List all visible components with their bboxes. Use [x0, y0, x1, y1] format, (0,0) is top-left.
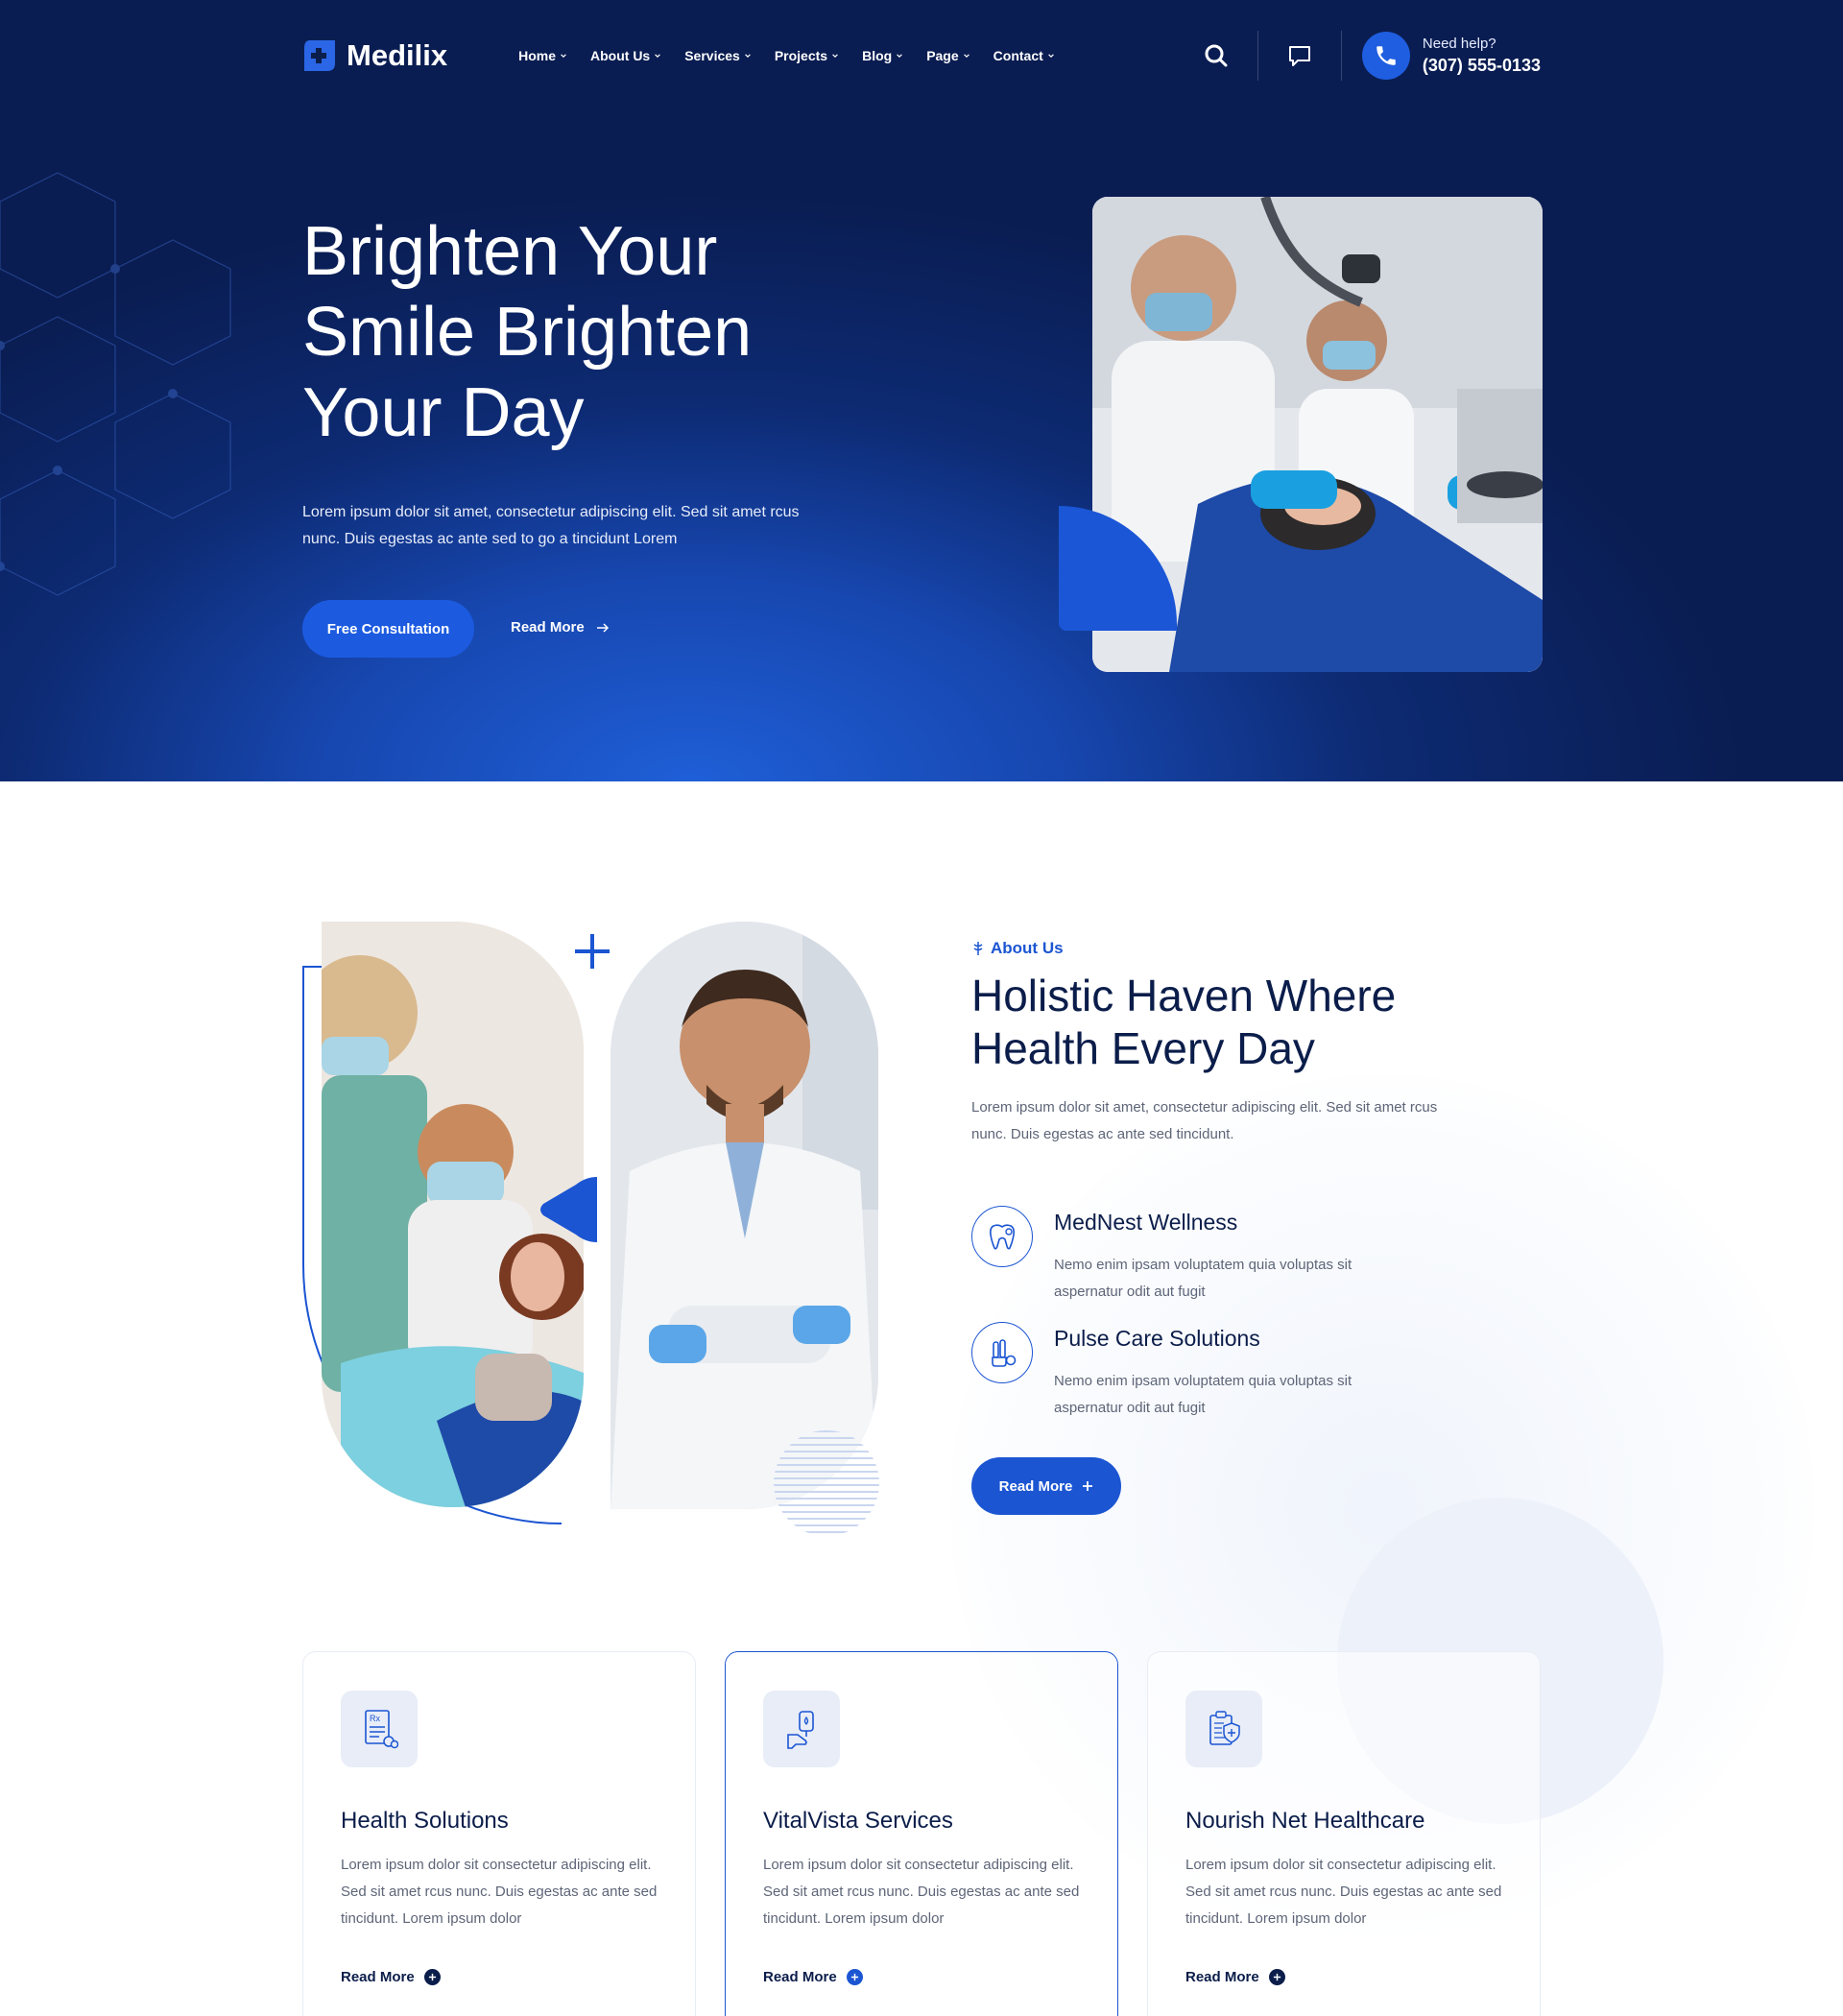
phone-icon [1376, 45, 1396, 65]
feature-text: Nemo enim ipsam voluptatem quia voluptas… [1054, 1257, 1352, 1300]
feature-icon-wrap [971, 1206, 1033, 1267]
chat-icon [1288, 45, 1310, 66]
chevron-down-icon [897, 53, 903, 58]
search-button[interactable] [1195, 35, 1237, 77]
arrow-right-icon [596, 622, 609, 633]
nav-divider [1340, 30, 1342, 81]
card-text: Lorem ipsum dolor sit consectetur adipis… [1185, 1857, 1502, 1927]
about-read-more-button[interactable]: Read More [971, 1457, 1121, 1515]
nav-item-home[interactable]: Home [518, 48, 567, 63]
feature-title: Pulse Care Solutions [1054, 1326, 1260, 1351]
chevron-down-icon [655, 53, 661, 58]
about-title: Holistic Haven Where Health Every Day [971, 971, 1397, 1073]
read-more-label: Read More [998, 1477, 1073, 1495]
card-title: Nourish Net Healthcare [1185, 1808, 1425, 1834]
nav-item-label: Blog [862, 47, 893, 63]
hero-read-more-link[interactable]: Read More [511, 619, 610, 636]
nav-item-services[interactable]: Services [684, 48, 752, 63]
card-text: Lorem ipsum dolor sit consectetur adipis… [763, 1857, 1080, 1927]
hero-description: Lorem ipsum dolor sit amet, consectetur … [302, 504, 800, 547]
card-read-more-link[interactable]: Read More [1185, 1969, 1285, 1985]
free-consultation-button[interactable]: Free Consultation [302, 600, 474, 658]
help-contact: Need help? (307) 555-0133 [1423, 36, 1541, 76]
card-icon-wrap [763, 1691, 840, 1767]
nav-item-page[interactable]: Page [926, 48, 969, 63]
nav-item-label: Services [684, 47, 740, 63]
card-title: VitalVista Services [763, 1808, 953, 1834]
medical-tools-icon [992, 1339, 1017, 1367]
feature-icon-wrap [971, 1322, 1033, 1383]
nav-item-label: Page [926, 47, 959, 63]
hero-section: Medilix Home About Us Services Projects … [0, 0, 1843, 781]
help-phone-number[interactable]: (307) 555-0133 [1423, 56, 1541, 76]
nav-actions: Need help? (307) 555-0133 [1195, 30, 1541, 81]
main-navigation: Medilix Home About Us Services Projects … [302, 29, 1541, 82]
card-title: Health Solutions [341, 1808, 509, 1834]
chevron-down-icon [1047, 53, 1054, 58]
read-more-label: Read More [511, 619, 585, 636]
feature-title: MedNest Wellness [1054, 1210, 1238, 1235]
feature-text: Nemo enim ipsam voluptatem quia voluptas… [1054, 1373, 1352, 1416]
help-label: Need help? [1422, 35, 1496, 52]
read-more-label: Read More [1185, 1969, 1259, 1985]
service-card-vitalvista-services[interactable]: VitalVista Services Lorem ipsum dolor si… [725, 1651, 1118, 2016]
prescription-icon: Rx [365, 1710, 398, 1749]
svg-text:Rx: Rx [370, 1714, 380, 1723]
chat-button[interactable] [1279, 35, 1321, 77]
play-triangle-decoration [540, 1177, 597, 1242]
read-more-label: Read More [341, 1969, 415, 1985]
about-tag-label: About Us [991, 939, 1064, 957]
nav-item-label: Projects [774, 47, 828, 63]
service-card-health-solutions[interactable]: Rx Health Solutions Lorem ipsum dolor si… [302, 1651, 696, 2016]
logo-cross-icon [304, 39, 335, 71]
caduceus-icon [973, 942, 983, 955]
card-read-more-link[interactable]: Read More [763, 1969, 863, 1985]
plus-icon [1083, 1481, 1093, 1491]
striped-circle-decoration [774, 1430, 879, 1536]
chevron-down-icon [963, 53, 969, 58]
arrow-circle-icon [846, 1969, 863, 1985]
hexagon-pattern-decoration [0, 172, 231, 596]
read-more-label: Read More [763, 1969, 837, 1985]
tooth-icon [990, 1224, 1015, 1250]
card-icon-wrap: Rx [341, 1691, 418, 1767]
nav-item-projects[interactable]: Projects [775, 48, 839, 63]
arrow-circle-icon [423, 1969, 441, 1985]
nav-divider [1257, 30, 1258, 81]
arrow-circle-icon [1268, 1969, 1285, 1985]
chevron-down-icon [745, 53, 751, 58]
about-section-tag: About Us [971, 939, 1064, 958]
phone-button[interactable] [1361, 31, 1410, 80]
chevron-down-icon [832, 53, 838, 58]
plus-decoration-icon [575, 934, 610, 969]
card-text: Lorem ipsum dolor sit consectetur adipis… [341, 1857, 658, 1927]
about-description: Lorem ipsum dolor sit amet, consectetur … [971, 1099, 1438, 1142]
blood-bag-icon [787, 1711, 814, 1749]
nav-item-blog[interactable]: Blog [862, 48, 903, 63]
logo[interactable]: Medilix [302, 38, 447, 73]
card-read-more-link[interactable]: Read More [341, 1969, 441, 1985]
logo-text: Medilix [347, 37, 448, 72]
service-card-nourish-net-healthcare[interactable]: Nourish Net Healthcare Lorem ipsum dolor… [1147, 1651, 1541, 2016]
nav-item-label: About Us [590, 47, 651, 63]
about-photo-2 [610, 922, 878, 1509]
hero-title: Brighten Your Smile Brighten Your Day [302, 213, 753, 451]
nav-item-contact[interactable]: Contact [993, 48, 1055, 63]
nav-menu: Home About Us Services Projects Blog Pag… [518, 48, 1078, 63]
nav-item-label: Home [518, 47, 556, 63]
search-icon [1205, 44, 1228, 66]
chevron-down-icon [561, 53, 566, 58]
medical-report-icon [1209, 1711, 1240, 1745]
nav-item-label: Contact [993, 47, 1043, 63]
smiling-dentist-photo [610, 922, 878, 1509]
card-icon-wrap [1185, 1691, 1262, 1767]
nav-item-about[interactable]: About Us [590, 48, 661, 63]
